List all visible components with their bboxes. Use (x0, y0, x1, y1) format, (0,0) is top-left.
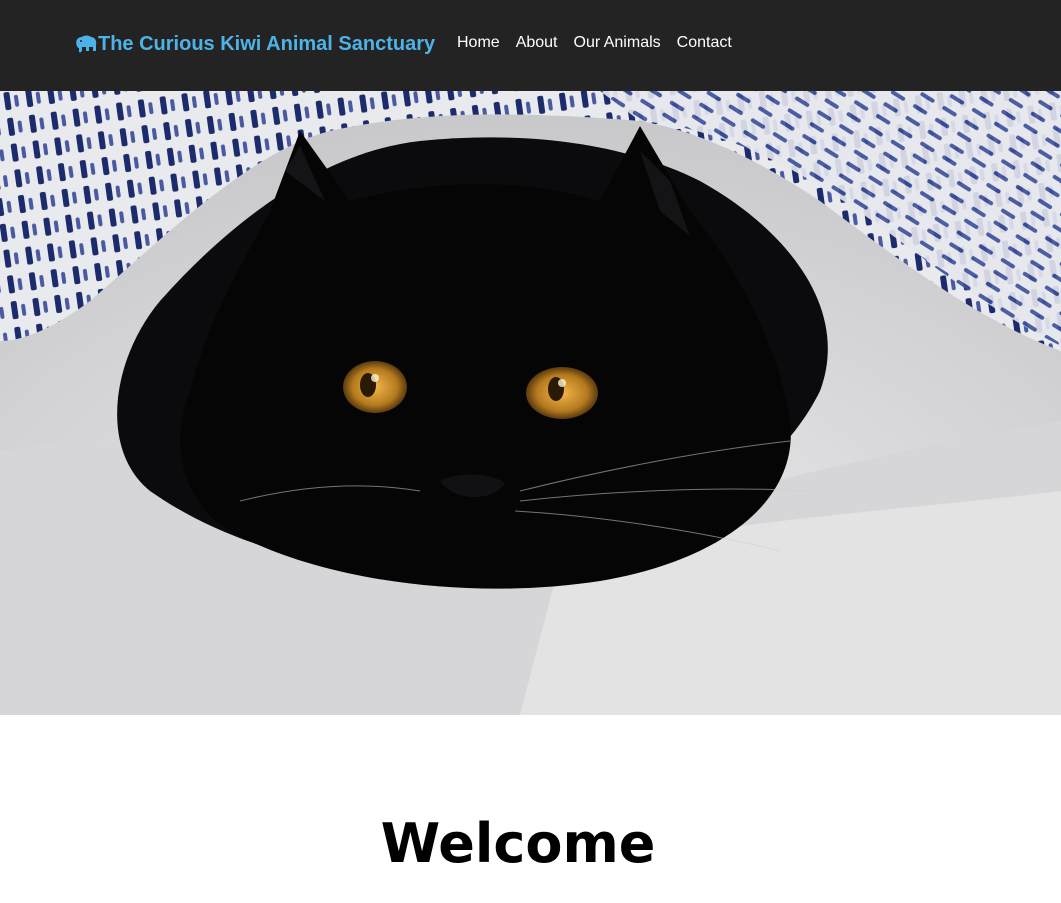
top-navbar: The Curious Kiwi Animal Sanctuary Home A… (0, 0, 1061, 91)
hero-image (0, 91, 1061, 715)
nav-our-animals[interactable]: Our Animals (574, 33, 661, 53)
nav-contact[interactable]: Contact (677, 33, 732, 53)
elephant-icon (74, 34, 98, 54)
nav-home[interactable]: Home (457, 33, 500, 53)
brand-link[interactable]: The Curious Kiwi Animal Sanctuary (74, 32, 435, 56)
main-nav: Home About Our Animals Contact (457, 33, 732, 53)
welcome-heading: Welcome (380, 812, 656, 875)
nav-about[interactable]: About (516, 33, 558, 53)
brand-title: The Curious Kiwi Animal Sanctuary (98, 33, 436, 55)
black-cat-photo (0, 91, 1061, 715)
